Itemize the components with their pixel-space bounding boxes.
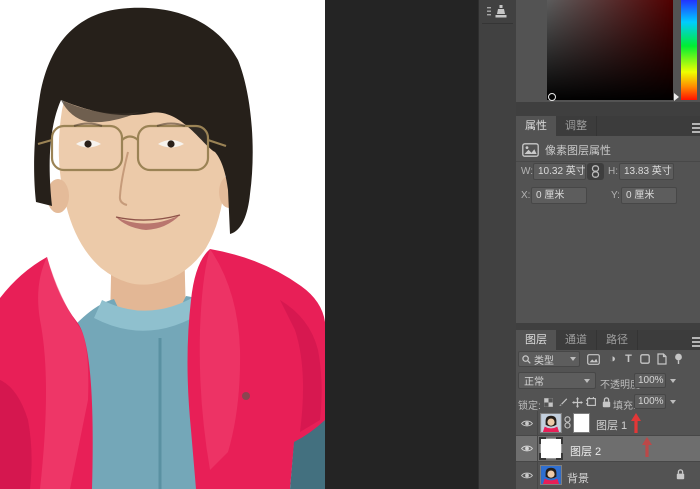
lock-position-icon[interactable]	[571, 394, 584, 410]
annotation-arrow-up-1	[630, 412, 642, 434]
y-label: Y:	[611, 190, 620, 201]
properties-header-label: 像素图层属性	[545, 142, 611, 158]
lock-all-icon[interactable]	[600, 394, 612, 410]
properties-panel: 属性 调整 像素图层属性 W: 10.32 英寸	[516, 116, 700, 323]
filter-pixel-layers-icon[interactable]	[586, 351, 600, 367]
layers-tabbar: 图层 通道 路径	[516, 330, 700, 350]
y-field[interactable]: 0 厘米	[621, 187, 677, 204]
layer-row-2-selected[interactable]: 图层 2	[516, 436, 700, 462]
panel-column: 属性 调整 像素图层属性 W: 10.32 英寸	[516, 0, 700, 489]
eye-icon	[520, 471, 534, 480]
eye-icon	[520, 419, 534, 428]
panel-menu-icon[interactable]	[692, 123, 700, 135]
height-label: H:	[608, 166, 618, 177]
link-dimensions-button[interactable]	[587, 163, 604, 180]
layer-thumbnail[interactable]	[540, 413, 562, 433]
panel-menu-icon[interactable]	[692, 337, 700, 349]
dock-divider	[482, 23, 513, 24]
visibility-toggle[interactable]	[516, 411, 538, 435]
background-thumbnail[interactable]	[540, 465, 562, 485]
chevron-down-icon[interactable]	[670, 379, 676, 383]
collapsed-panel-dock	[478, 0, 516, 489]
lock-image-pixels-icon[interactable]	[557, 394, 569, 410]
filter-smart-objects-icon[interactable]	[655, 351, 668, 367]
width-field[interactable]: 10.32 英寸	[533, 163, 586, 180]
background-lock-icon	[676, 469, 685, 480]
opacity-value[interactable]: 100%	[634, 373, 666, 388]
chevron-down-icon[interactable]	[670, 400, 676, 404]
filter-type-layers-icon[interactable]: T	[623, 351, 634, 367]
layers-panel: 图层 通道 路径 类型	[516, 330, 700, 489]
height-field[interactable]: 13.83 英寸	[619, 163, 674, 180]
layer-name[interactable]: 图层 2	[570, 443, 601, 459]
blend-mode-select[interactable]: 正常	[518, 372, 596, 389]
x-label: X:	[521, 190, 530, 201]
layer-row-background[interactable]: 背景	[516, 462, 700, 489]
tab-paths[interactable]: 路径	[597, 330, 638, 350]
tab-adjustments[interactable]: 调整	[556, 116, 597, 136]
eye-icon	[520, 444, 534, 453]
tab-properties[interactable]: 属性	[516, 116, 556, 136]
divider	[516, 161, 700, 162]
filter-shape-layers-icon[interactable]	[638, 351, 651, 367]
layer-name[interactable]: 图层 1	[596, 417, 627, 433]
mask-link-icon[interactable]	[564, 416, 571, 429]
layer-mask-thumbnail[interactable]	[573, 413, 590, 433]
chain-link-icon	[591, 165, 600, 178]
fill-label: 填充:	[613, 397, 636, 412]
layer-name[interactable]: 背景	[567, 470, 589, 486]
document-canvas-photo[interactable]	[0, 0, 325, 489]
layer-list: 图层 1 图层 2	[516, 411, 700, 489]
filter-pin-icon[interactable]	[672, 351, 685, 367]
blend-mode-value: 正常	[524, 373, 544, 388]
tab-channels[interactable]: 通道	[556, 330, 597, 350]
layer-row-1[interactable]: 图层 1	[516, 411, 700, 436]
chevron-down-icon	[584, 379, 590, 383]
x-field[interactable]: 0 厘米	[531, 187, 587, 204]
lock-artboard-icon[interactable]	[585, 394, 598, 410]
canvas-area[interactable]	[325, 0, 478, 489]
filter-adjustment-layers-icon[interactable]: ◑	[606, 351, 619, 367]
clone-source-panel-icon[interactable]	[487, 4, 509, 20]
layer-thumbnail-selected[interactable]	[540, 438, 562, 459]
annotation-arrow-up-2	[641, 436, 653, 458]
color-picker-panel	[516, 0, 700, 102]
portrait-photo	[0, 0, 325, 489]
tab-layers[interactable]: 图层	[516, 330, 556, 350]
properties-tabbar: 属性 调整	[516, 116, 700, 136]
fill-value[interactable]: 100%	[634, 394, 666, 409]
lock-transparent-pixels-icon[interactable]	[542, 394, 554, 410]
hue-slider[interactable]	[681, 0, 697, 100]
visibility-toggle[interactable]	[516, 436, 538, 461]
visibility-toggle[interactable]	[516, 462, 538, 489]
width-label: W:	[521, 166, 533, 177]
hue-slider-marker[interactable]	[674, 93, 679, 101]
pixel-layer-icon	[522, 143, 539, 157]
photoshop-window: 属性 调整 像素图层属性 W: 10.32 英寸	[0, 0, 700, 489]
saturation-brightness-field[interactable]	[547, 0, 673, 100]
color-field-marker[interactable]	[548, 93, 556, 101]
